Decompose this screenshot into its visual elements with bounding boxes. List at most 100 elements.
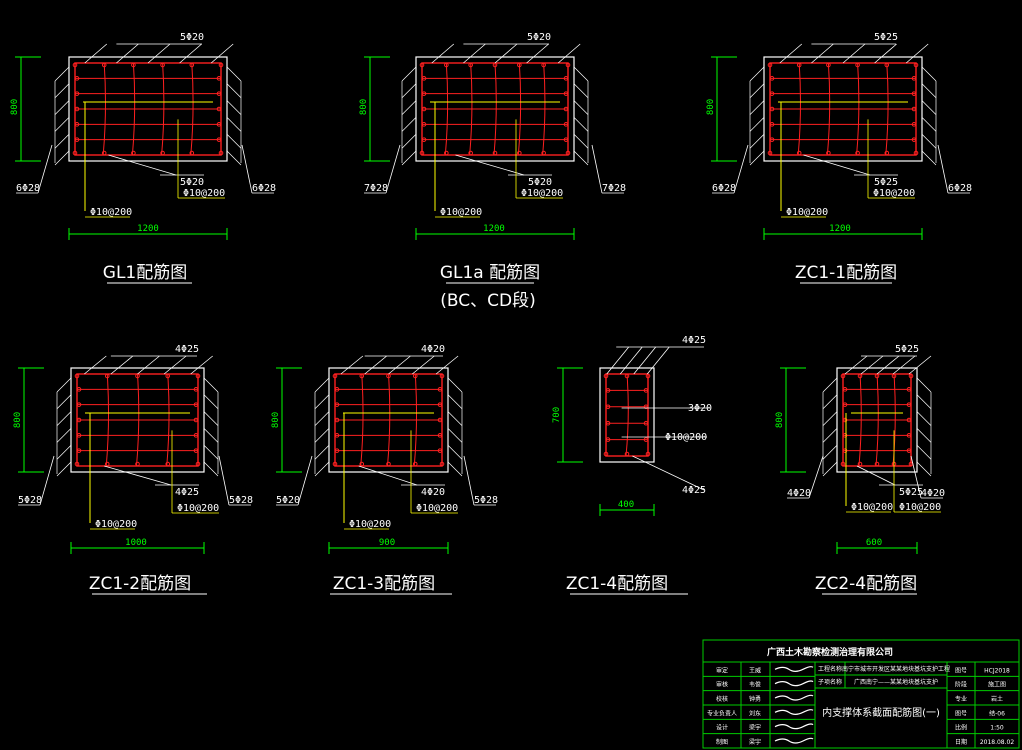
top-bars-label: 5Φ20 [527, 32, 551, 43]
right-label: 图号 [955, 667, 967, 674]
leader-line [37, 144, 53, 194]
leader-line [110, 355, 134, 375]
leader-line [494, 43, 518, 64]
height-dim-label: 700 [552, 407, 562, 423]
stirrup-label-b: Φ10@200 [899, 502, 941, 513]
right-label: 阶段 [955, 681, 967, 689]
bottom-bars-label: 4Φ25 [175, 487, 199, 498]
title-zc1-4: ZC1-4配筋图 [566, 574, 668, 594]
leader-rake [314, 377, 330, 393]
leader-line [116, 43, 139, 64]
height-dim-label: 800 [271, 412, 281, 428]
leader-rake [921, 133, 937, 149]
leader-rake [314, 461, 330, 477]
leader-line [463, 43, 486, 64]
role-label: 校核 [716, 695, 728, 703]
leader-rake [447, 394, 463, 410]
title-zc1-1: ZC1-1配筋图 [795, 263, 897, 283]
leader-rake [56, 411, 72, 426]
leader-rake [447, 461, 463, 477]
leader-rake [54, 117, 70, 132]
leader-rake [822, 428, 838, 443]
leader-rake [822, 377, 838, 393]
leader-line [435, 355, 459, 375]
title-block: 审定 王威审核 韦俊校核 钟勇专业负责人 刘东设计 梁宇制图 梁宇图号 HCJ2018阶段 施工… [702, 639, 1020, 749]
width-dim-label: 1000 [125, 538, 147, 548]
leader-rake [314, 428, 330, 443]
leader-line [241, 144, 253, 194]
leader-rake [226, 83, 242, 99]
right-value: 施工图 [988, 681, 1006, 689]
leader-rake [203, 444, 219, 460]
company-name: 广西土木勘察检测治理有限公司 [767, 646, 893, 658]
signature [774, 666, 814, 672]
width-dim-label: 900 [379, 538, 395, 548]
stirrup-label-b: Φ10@200 [416, 503, 458, 514]
role-label: 设计 [716, 724, 728, 732]
leader-rake [749, 66, 765, 82]
leader-line [385, 144, 401, 194]
leader-rake [54, 150, 70, 166]
subproject-label: 子项名称 [818, 678, 842, 686]
height-dim-label: 800 [359, 99, 369, 115]
leader-rake [916, 444, 932, 460]
leader-rake [56, 428, 72, 443]
side-left-bars-label: 7Φ28 [364, 183, 388, 194]
stirrup-label-b: Φ10@200 [873, 188, 915, 199]
leader-line [39, 455, 55, 506]
stirrup-label-a: Φ10@200 [440, 207, 482, 218]
leader-line [297, 455, 313, 506]
leader-rake [56, 444, 72, 460]
leader-line [803, 154, 871, 176]
top-bars-label: 4Φ25 [175, 344, 199, 355]
stirrup-label-b: Φ10@200 [521, 188, 563, 199]
right-value: 结-06 [989, 709, 1005, 717]
leader-line [937, 144, 949, 194]
leader-rake [401, 100, 417, 115]
leader-rake [749, 117, 765, 132]
leader-line [163, 355, 187, 375]
side-right-bars-label: 4Φ20 [921, 488, 945, 499]
side-right-bars-label: 7Φ28 [602, 183, 626, 194]
leader-rake [203, 461, 219, 477]
leader-line [808, 455, 824, 499]
project-label: 工程名称 [818, 665, 842, 673]
leader-line [591, 144, 603, 194]
title-gl1: GL1配筋图 [103, 263, 187, 283]
right-value: 1:50 [990, 725, 1004, 732]
leader-rake [226, 100, 242, 115]
leader-rake [921, 117, 937, 132]
top-bars-label: 4Φ25 [682, 335, 706, 346]
leader-rake [921, 66, 937, 82]
stirrup-label-b: Φ10@200 [183, 188, 225, 199]
role-name: 韦俊 [749, 681, 761, 689]
signature [774, 680, 814, 687]
stirrup-label-a: Φ10@200 [786, 207, 828, 218]
leader-line [147, 43, 171, 64]
leader-line [108, 154, 177, 176]
leader-line [557, 43, 581, 64]
leader-rake [749, 133, 765, 149]
stirrup-label: Φ10@200 [665, 432, 707, 443]
leader-rake [56, 461, 72, 477]
section-gl1 [15, 43, 274, 240]
bottom-bars-label: 5Φ20 [528, 177, 552, 188]
width-dim-label: 400 [618, 500, 634, 510]
leader-rake [749, 150, 765, 166]
role-name: 刘东 [749, 709, 761, 717]
leader-line [733, 144, 749, 194]
top-bars-label: 4Φ20 [421, 344, 445, 355]
leader-rake [749, 100, 765, 115]
subproject-value: 广西南宁——某某地块基坑支护 [854, 678, 938, 686]
leader-rake [56, 394, 72, 410]
side-right-bars-label: 6Φ28 [948, 183, 972, 194]
leader-rake [921, 100, 937, 115]
section-gl1a [364, 43, 624, 240]
side-right-bars-label: 5Φ28 [229, 495, 253, 506]
top-bars-label: 5Φ25 [895, 344, 919, 355]
leader-rake [203, 428, 219, 443]
leader-line [633, 346, 657, 375]
leader-rake [822, 444, 838, 460]
bottom-bars-label: 4Φ20 [421, 487, 445, 498]
project-value: 南宁市城市开发区某某地块基坑支护工程 [842, 665, 950, 673]
